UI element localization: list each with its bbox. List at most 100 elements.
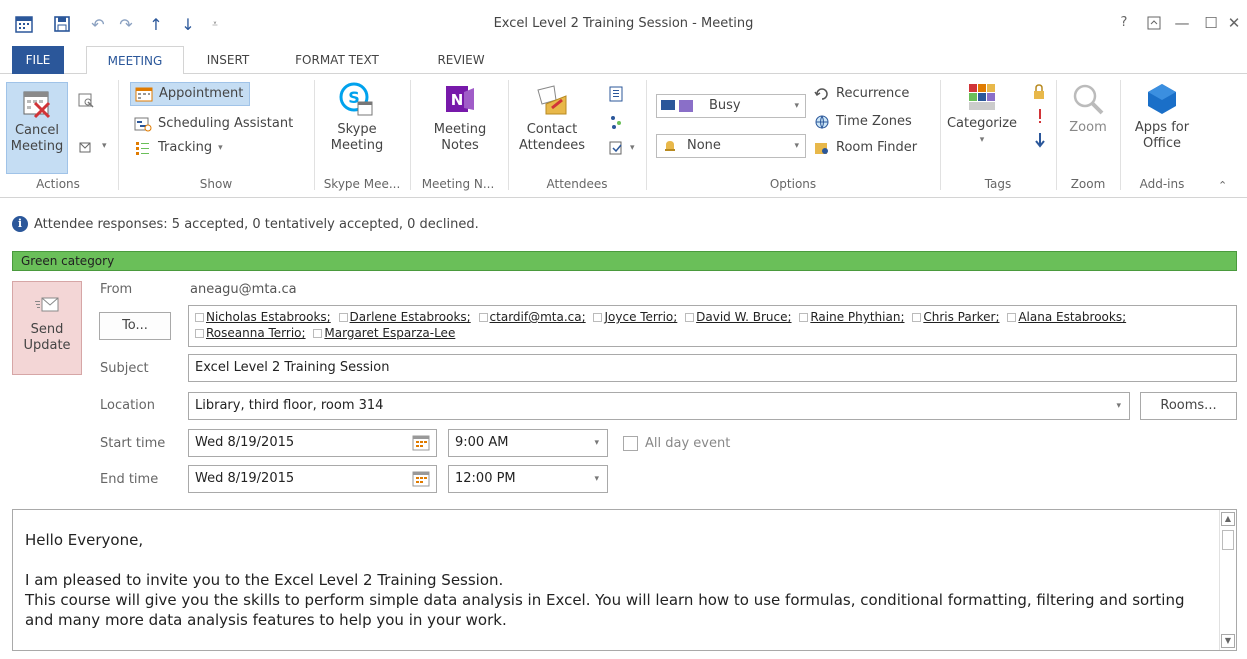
body-greeting: Hello Everyone, <box>25 531 144 549</box>
time-zones-button[interactable]: Time Zones <box>814 110 912 134</box>
group-label-show: Show <box>199 177 233 191</box>
body-scrollbar[interactable]: ▲ ▼ <box>1219 510 1236 650</box>
end-time-value: 12:00 PM <box>455 471 516 486</box>
skype-icon: S <box>339 82 373 116</box>
message-body[interactable]: Hello Everyone, I am pleased to invite y… <box>12 509 1237 651</box>
maximize-button[interactable]: ☐ <box>1199 12 1223 34</box>
high-importance-button[interactable] <box>1036 104 1044 128</box>
low-importance-button[interactable] <box>1034 128 1046 152</box>
to-button[interactable]: To... <box>99 312 171 340</box>
recipient[interactable]: Alana Estabrooks; <box>1007 309 1126 325</box>
tab-file[interactable]: FILE <box>12 46 64 74</box>
recipient-status-icon <box>1007 313 1017 322</box>
dropdown-arrow-icon[interactable]: ▾ <box>1116 393 1121 419</box>
subject-input[interactable]: Excel Level 2 Training Session <box>188 354 1237 382</box>
close-button[interactable]: ✕ <box>1222 12 1246 34</box>
scheduling-assistant-button[interactable]: Scheduling Assistant <box>134 112 293 136</box>
recipient[interactable]: Darlene Estabrooks; <box>338 309 471 325</box>
scroll-thumb[interactable] <box>1222 530 1234 550</box>
all-day-checkbox[interactable] <box>623 436 638 451</box>
recipient[interactable]: David W. Bruce; <box>685 309 792 325</box>
recipient[interactable]: Joyce Terrio; <box>593 309 677 325</box>
recipients-field[interactable]: Nicholas Estabrooks; Darlene Estabrooks;… <box>188 305 1237 347</box>
dropdown-arrow-icon: ▾ <box>594 438 599 448</box>
dropdown-arrow-icon: ▾ <box>794 141 799 151</box>
calendar-view-button[interactable] <box>78 88 94 112</box>
low-importance-icon <box>1035 133 1045 148</box>
show-as-value: Busy <box>709 98 741 113</box>
dropdown-arrow-icon: ▾ <box>594 474 599 484</box>
recipient[interactable]: Nicholas Estabrooks; <box>195 309 331 325</box>
ribbon-tabs: FILE MEETING INSERT FORMAT TEXT REVIEW <box>0 46 1247 75</box>
ribbon-display-options-icon[interactable] <box>1142 12 1166 34</box>
start-date-input[interactable]: Wed 8/19/2015 <box>188 429 437 457</box>
room-finder-label: Room Finder <box>836 140 918 155</box>
location-label: Location <box>100 398 155 413</box>
recipient[interactable]: Chris Parker; <box>912 309 1000 325</box>
reminder-dropdown[interactable]: None ▾ <box>656 134 806 158</box>
attendee-responses-text: Attendee responses: 5 accepted, 0 tentat… <box>34 216 479 232</box>
calendar-picker-icon <box>412 471 430 487</box>
group-label-zoom: Zoom <box>1070 177 1106 191</box>
recipient-status-icon <box>912 313 922 322</box>
location-input[interactable]: Library, third floor, room 314 ▾ <box>188 392 1130 420</box>
from-label: From <box>100 282 133 297</box>
apps-for-office-button[interactable]: Apps for Office <box>1126 82 1198 152</box>
group-label-attendees: Attendees <box>546 177 608 191</box>
group-label-add-ins: Add-ins <box>1139 177 1185 191</box>
recipient[interactable]: ctardif@mta.ca; <box>478 309 586 325</box>
group-separator <box>118 80 119 190</box>
title-bar: ↶ ↷ ↑ ↓ ⩡ Excel Level 2 Training Session… <box>0 0 1247 42</box>
send-update-button[interactable]: Send Update <box>12 281 82 375</box>
tab-insert[interactable]: INSERT <box>196 46 260 74</box>
recurrence-button[interactable]: Recurrence <box>814 82 909 106</box>
high-importance-icon <box>1039 109 1041 123</box>
cancel-meeting-button[interactable]: Cancel Meeting <box>6 82 68 174</box>
room-finder-button[interactable]: Room Finder <box>814 136 917 160</box>
check-names-icon <box>611 116 621 129</box>
scroll-up-icon[interactable]: ▲ <box>1221 512 1235 526</box>
group-label-meeting-notes: Meeting N... <box>421 177 495 191</box>
send-envelope-icon <box>35 297 59 312</box>
recipient[interactable]: Roseanna Terrio; <box>195 325 306 341</box>
recipient-status-icon <box>195 313 204 322</box>
rooms-button[interactable]: Rooms... <box>1140 392 1237 420</box>
group-label-tags: Tags <box>984 177 1012 191</box>
reminder-value: None <box>687 138 721 153</box>
end-time-dropdown[interactable]: 12:00 PM ▾ <box>448 465 608 493</box>
address-book-button[interactable] <box>608 82 624 106</box>
tab-review[interactable]: REVIEW <box>426 46 496 74</box>
start-time-dropdown[interactable]: 9:00 AM ▾ <box>448 429 608 457</box>
minimize-button[interactable]: — <box>1170 12 1194 34</box>
response-options-button[interactable]: ▾ <box>608 136 635 160</box>
help-button[interactable]: ? <box>1112 12 1136 34</box>
meeting-notes-button[interactable]: N Meeting Notes <box>424 82 496 154</box>
end-date-value: Wed 8/19/2015 <box>195 471 295 486</box>
check-names-button[interactable] <box>608 110 624 134</box>
contact-attendees-button[interactable]: Contact Attendees <box>512 82 592 154</box>
show-as-dropdown[interactable]: Busy ▾ <box>656 94 806 118</box>
skype-meeting-button[interactable]: S Skype Meeting <box>322 82 392 154</box>
respond-dropdown[interactable]: ▾ <box>78 134 107 158</box>
tracking-button[interactable]: Tracking ▾ <box>134 136 223 160</box>
magnifier-icon <box>1073 84 1104 115</box>
zoom-button[interactable]: Zoom <box>1060 82 1116 136</box>
appointment-button[interactable]: Appointment <box>130 82 251 106</box>
end-date-input[interactable]: Wed 8/19/2015 <box>188 465 437 493</box>
categorize-button[interactable]: Categorize ▾ <box>944 82 1020 148</box>
tab-format-text[interactable]: FORMAT TEXT <box>284 46 390 74</box>
recipient[interactable]: Raine Phythian; <box>799 309 905 325</box>
collapse-ribbon-icon[interactable]: ⌃ <box>1218 174 1227 198</box>
tab-meeting[interactable]: MEETING <box>86 46 184 75</box>
recurrence-icon <box>814 88 828 100</box>
private-button[interactable] <box>1032 80 1046 104</box>
from-value: aneagu@mta.ca <box>190 282 297 297</box>
recipient[interactable]: Margaret Esparza-Lee <box>313 325 455 341</box>
start-time-label: Start time <box>100 436 166 451</box>
group-label-skype: Skype Mee... <box>323 177 401 191</box>
start-time-value: 9:00 AM <box>455 435 509 450</box>
scroll-down-icon[interactable]: ▼ <box>1221 634 1235 648</box>
start-date-value: Wed 8/19/2015 <box>195 435 295 450</box>
send-update-label: Send Update <box>23 322 71 353</box>
group-label-options: Options <box>769 177 817 191</box>
